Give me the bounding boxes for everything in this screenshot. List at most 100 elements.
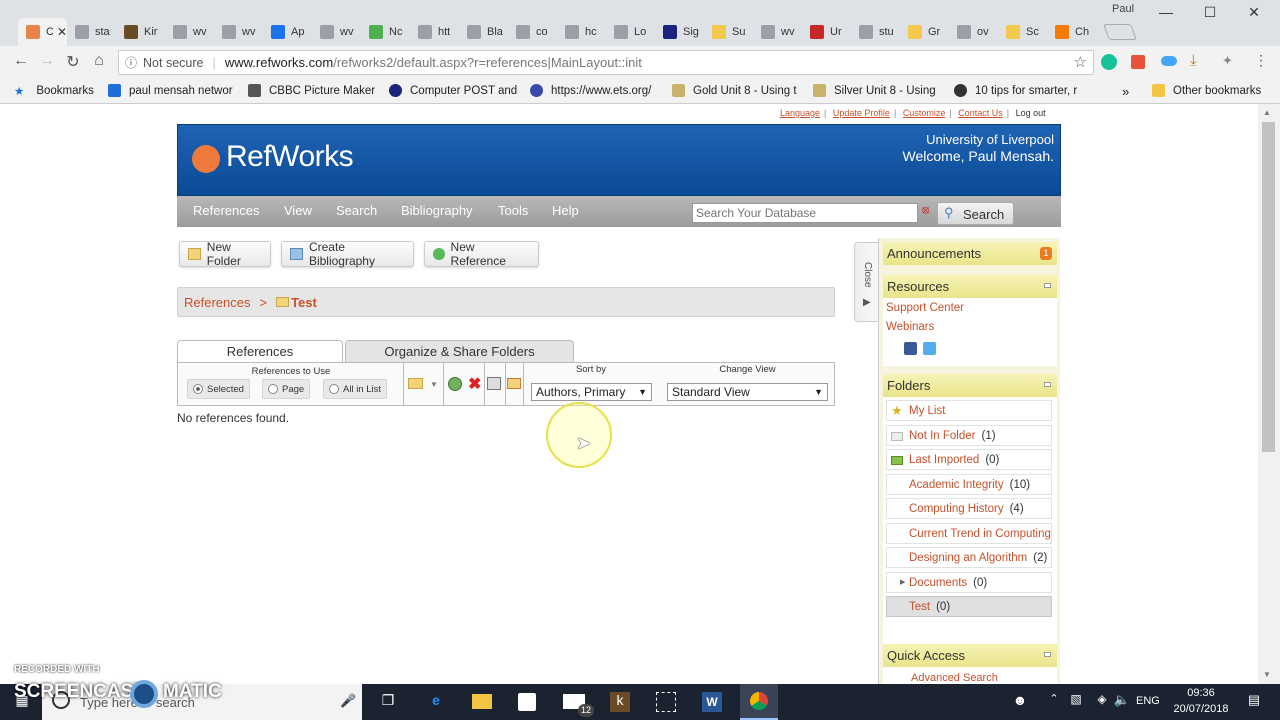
resources-header[interactable]: Resources xyxy=(883,275,1057,298)
address-bar[interactable]: ⓘ Not secure | www.refworks.com/refworks… xyxy=(118,50,1094,75)
link-log-out[interactable]: Log out xyxy=(1016,108,1046,118)
browser-tab[interactable]: Nc xyxy=(361,18,410,46)
folder-not-in-folder[interactable]: Not In Folder (1) xyxy=(886,425,1052,446)
nav-search[interactable]: Search xyxy=(336,203,377,218)
breadcrumb-references[interactable]: References xyxy=(184,295,250,310)
task-view-icon[interactable]: ❐ xyxy=(378,692,398,712)
word-icon[interactable]: W xyxy=(702,692,722,712)
browser-tab[interactable]: wv xyxy=(214,18,263,46)
home-icon[interactable]: ⌂ xyxy=(88,52,110,70)
quick-access-header[interactable]: Quick Access xyxy=(883,644,1057,667)
browser-tab[interactable]: sta xyxy=(67,18,116,46)
bookmark-ets[interactable]: https://www.ets.org/ xyxy=(530,84,651,97)
star-icon[interactable]: ☆ xyxy=(1074,53,1087,71)
bookmark-gold-unit[interactable]: Gold Unit 8 - Using t xyxy=(672,84,797,97)
notifications-icon[interactable]: ▤ xyxy=(1244,692,1264,712)
clear-search-icon[interactable]: ⦻ xyxy=(922,204,934,218)
battery-icon[interactable]: ▧ xyxy=(1066,692,1086,712)
new-reference-button[interactable]: New Reference xyxy=(424,240,539,268)
browser-tab[interactable]: Ci ✕ xyxy=(18,18,67,46)
bookmark-10-tips[interactable]: 10 tips for smarter, r xyxy=(954,84,1077,97)
close-tab-icon[interactable]: ✕ xyxy=(57,25,67,39)
profile-name[interactable]: Paul xyxy=(1112,3,1134,15)
office-extension-icon[interactable] xyxy=(1131,55,1145,69)
people-icon[interactable]: ☻ xyxy=(1010,692,1030,712)
maximize-icon[interactable]: ☐ xyxy=(1190,4,1230,21)
edge-icon[interactable]: e xyxy=(426,692,446,712)
tab-references[interactable]: References xyxy=(177,340,343,364)
change-view-select[interactable]: Standard View ▼ xyxy=(667,383,828,401)
support-center-link[interactable]: Support Center xyxy=(886,302,964,314)
delete-icon[interactable]: ✖ xyxy=(468,374,481,394)
link-language[interactable]: Language xyxy=(780,108,820,118)
more-bookmarks-icon[interactable]: » xyxy=(1122,84,1129,99)
announcements-header[interactable]: Announcements 1 xyxy=(883,242,1057,265)
bookmark-bookmarks[interactable]: ★ Bookmarks xyxy=(14,84,94,98)
kindle-icon[interactable]: k xyxy=(610,692,630,712)
browser-tab[interactable]: ov xyxy=(949,18,998,46)
folder-documents[interactable]: ▶ Documents (0) xyxy=(886,572,1052,593)
menu-icon[interactable]: ⋮ xyxy=(1254,52,1268,69)
reload-icon[interactable]: ↻ xyxy=(62,52,84,72)
wifi-icon[interactable]: ◈ xyxy=(1092,692,1112,712)
folder-computing-history[interactable]: Computing History (4) xyxy=(886,498,1052,519)
create-bibliography-button[interactable]: Create Bibliography xyxy=(281,240,414,268)
scrollbar-thumb[interactable] xyxy=(1262,122,1275,452)
bookmark-silver-unit[interactable]: Silver Unit 8 - Using xyxy=(813,84,936,97)
radio-selected[interactable]: Selected xyxy=(187,379,250,399)
folder-designing-algorithm[interactable]: Designing an Algorithm (2) xyxy=(886,547,1052,568)
globe-icon[interactable] xyxy=(448,377,462,391)
add-to-folder-icon[interactable] xyxy=(408,378,423,389)
microphone-icon[interactable]: 🎤 xyxy=(340,693,356,709)
sort-by-select[interactable]: Authors, Primary ▼ xyxy=(531,383,652,401)
folder-test[interactable]: Test (0) xyxy=(886,596,1052,617)
expand-icon[interactable]: ▶ xyxy=(900,578,905,586)
close-sidebar-tab[interactable]: Close ▶ xyxy=(854,242,878,322)
folder-remove-icon[interactable] xyxy=(507,378,521,389)
puzzle-icon[interactable]: ✦ xyxy=(1222,53,1233,69)
grammarly-extension-icon[interactable] xyxy=(1101,54,1117,70)
browser-tab[interactable]: Sc xyxy=(998,18,1047,46)
folder-academic-integrity[interactable]: Academic Integrity (10) xyxy=(886,474,1052,495)
language-indicator[interactable]: ENG xyxy=(1136,695,1160,707)
browser-tab[interactable]: htt xyxy=(410,18,459,46)
browser-tab[interactable]: Ap xyxy=(263,18,312,46)
browser-tab[interactable]: Sig xyxy=(655,18,704,46)
page-scrollbar[interactable]: ▲ ▼ xyxy=(1258,104,1280,684)
new-tab-button[interactable] xyxy=(1103,24,1137,40)
clock-time[interactable]: 09:36 xyxy=(1170,687,1232,699)
new-folder-button[interactable]: New Folder xyxy=(179,240,271,268)
download-icon[interactable]: ⤓ xyxy=(1190,52,1197,69)
back-icon[interactable]: ← xyxy=(10,52,32,70)
browser-tab[interactable]: Kir xyxy=(116,18,165,46)
browser-tab[interactable]: wv xyxy=(165,18,214,46)
twitter-icon[interactable] xyxy=(923,342,936,355)
folder-current-trend[interactable]: Current Trend in Computing xyxy=(886,523,1052,544)
advanced-search-link[interactable]: Advanced Search xyxy=(883,667,1057,684)
link-update-profile[interactable]: Update Profile xyxy=(833,108,890,118)
other-bookmarks[interactable]: Other bookmarks xyxy=(1152,84,1261,97)
info-icon[interactable]: ⓘ xyxy=(125,54,137,71)
tray-chevron-icon[interactable]: ⌃ xyxy=(1044,692,1064,712)
browser-tab[interactable]: Ur xyxy=(802,18,851,46)
print-icon[interactable] xyxy=(487,377,501,390)
bookmark-cbbc[interactable]: CBBC Picture Maker xyxy=(248,84,375,97)
minimize-icon[interactable]: — xyxy=(1146,4,1186,20)
folder-last-imported[interactable]: Last Imported (0) xyxy=(886,449,1052,470)
browser-tab[interactable]: co xyxy=(508,18,557,46)
bookmark-dropbox[interactable]: paul mensah networ xyxy=(108,84,233,97)
onedrive-extension-icon[interactable] xyxy=(1161,56,1177,66)
nav-help[interactable]: Help xyxy=(552,203,579,218)
database-search-input[interactable] xyxy=(692,203,918,223)
bookmark-computer-post[interactable]: Computer POST and xyxy=(389,84,517,97)
file-explorer-icon[interactable] xyxy=(472,694,492,709)
folder-my-list[interactable]: ★ My List xyxy=(886,400,1052,421)
facebook-icon[interactable] xyxy=(904,342,917,355)
link-customize[interactable]: Customize xyxy=(903,108,946,118)
browser-tab[interactable]: wv xyxy=(753,18,802,46)
webinars-link[interactable]: Webinars xyxy=(886,321,934,333)
close-window-icon[interactable]: ✕ xyxy=(1234,4,1274,21)
browser-tab[interactable]: stu xyxy=(851,18,900,46)
chevron-down-icon[interactable]: ▼ xyxy=(430,380,438,389)
nav-references[interactable]: References xyxy=(193,203,259,218)
